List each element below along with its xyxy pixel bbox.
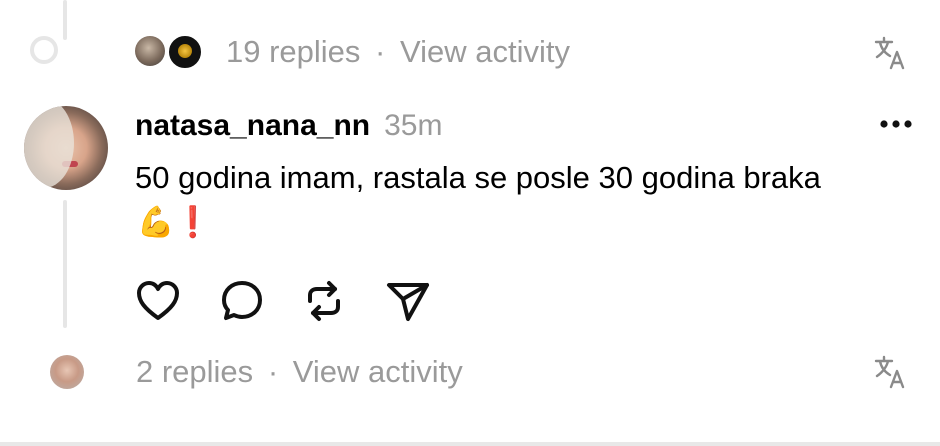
- share-icon[interactable]: [384, 277, 432, 325]
- view-activity-link[interactable]: View activity: [293, 354, 463, 389]
- thread-loop: [30, 36, 58, 64]
- separator: ·: [267, 354, 279, 389]
- top-reply-avatars[interactable]: [135, 34, 205, 70]
- translate-icon[interactable]: [872, 354, 908, 390]
- comment-emoji: 💪❗: [137, 206, 212, 239]
- avatar[interactable]: [24, 106, 108, 190]
- username[interactable]: natasa_nana_nn: [135, 109, 370, 142]
- more-icon[interactable]: [876, 112, 916, 136]
- separator: ·: [375, 34, 386, 69]
- comment-text: 50 godina imam, rastala se posle 30 godi…: [135, 160, 821, 195]
- view-activity-link[interactable]: View activity: [400, 34, 570, 69]
- reply-avatar-2: [167, 34, 203, 70]
- replies-count[interactable]: 19 replies: [226, 34, 360, 69]
- divider: [0, 442, 940, 446]
- thread-line-main: [63, 200, 67, 328]
- heart-icon[interactable]: [134, 277, 182, 325]
- replies-count[interactable]: 2 replies: [136, 354, 253, 389]
- top-reply-summary[interactable]: 19 replies · View activity: [226, 34, 570, 70]
- comment-icon[interactable]: [218, 277, 266, 325]
- translate-icon[interactable]: [872, 35, 908, 71]
- bottom-reply-avatar[interactable]: [50, 355, 84, 389]
- comment-header: natasa_nana_nn 35m: [135, 108, 442, 144]
- repost-icon[interactable]: [300, 277, 348, 325]
- thread-line-top: [63, 0, 67, 40]
- timestamp: 35m: [384, 109, 443, 142]
- bottom-reply-summary[interactable]: 2 replies · View activity: [136, 354, 463, 390]
- reply-avatar-1: [135, 36, 165, 66]
